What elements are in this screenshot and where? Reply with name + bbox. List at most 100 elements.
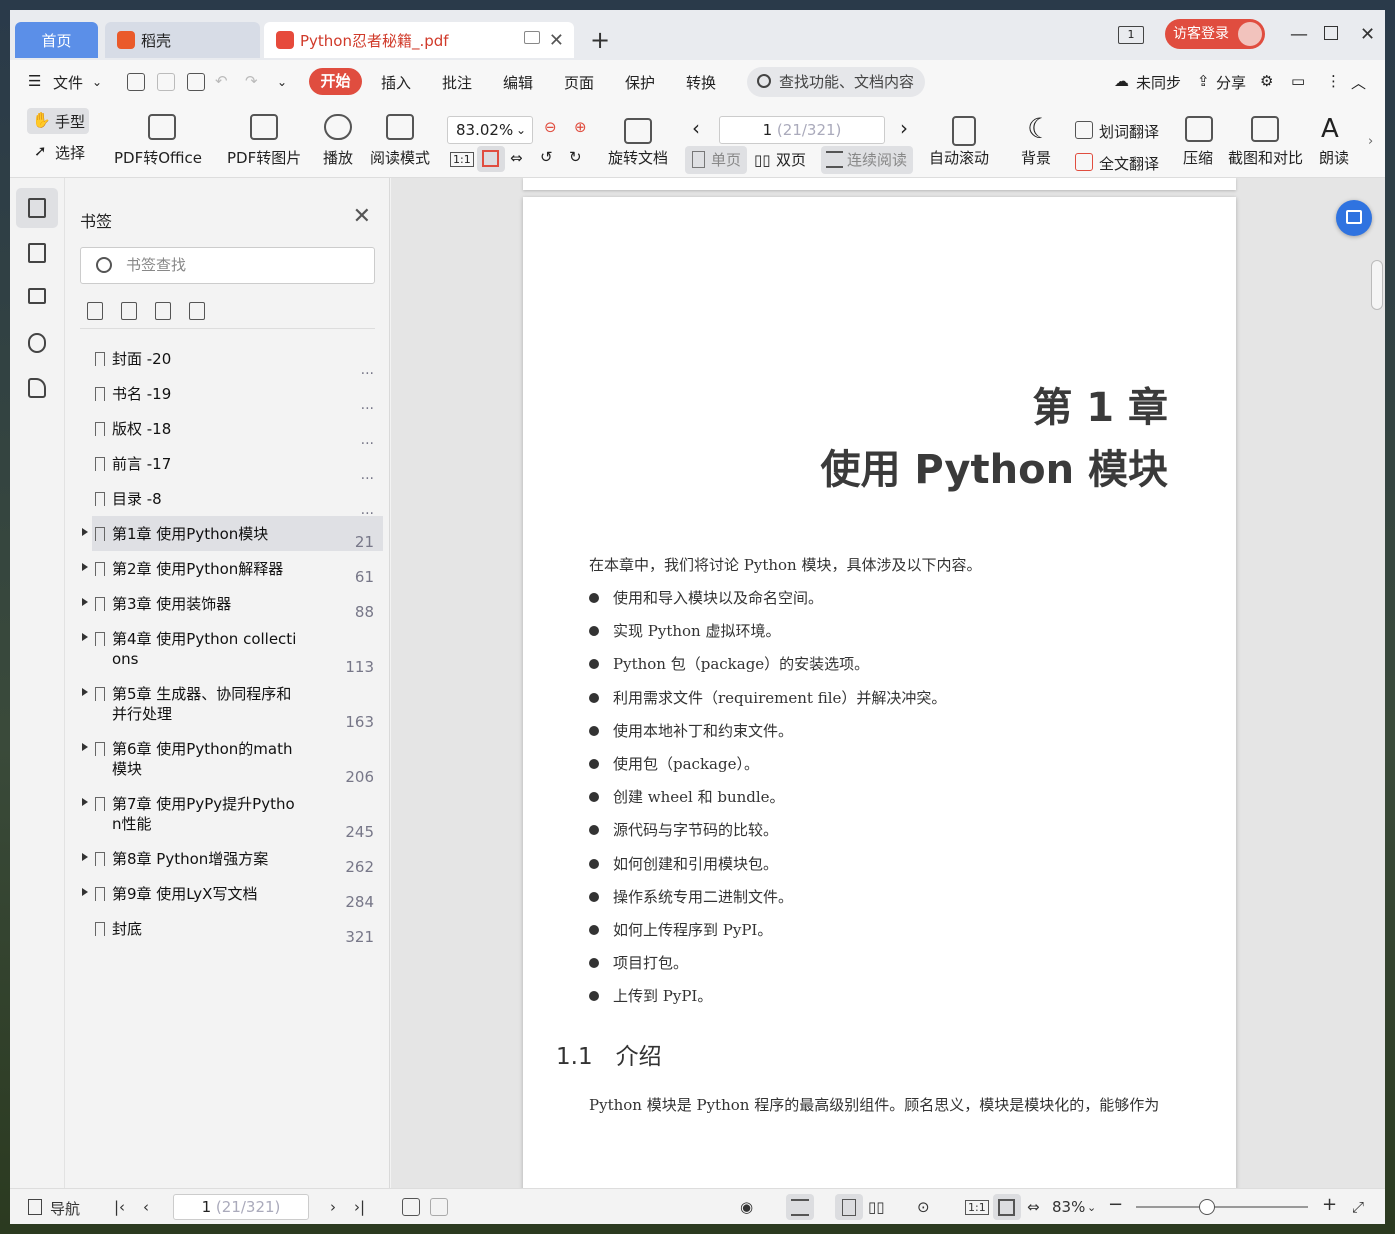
pdf-to-office-button[interactable]: PDF转Office	[114, 147, 202, 168]
float-window-icon[interactable]	[524, 31, 540, 44]
new-tab-button[interactable]: +	[590, 26, 610, 54]
fullscreen-icon[interactable]: ⤢	[1352, 1198, 1364, 1216]
bookmark-item[interactable]: 第6章 使用Python的math模块 206	[65, 731, 390, 786]
menu-start[interactable]: 开始	[309, 68, 362, 95]
single-mode-icon[interactable]	[842, 1199, 856, 1216]
full-translate-button[interactable]: 全文翻译	[1099, 153, 1159, 174]
undo-icon[interactable]: ↶	[215, 72, 228, 90]
select-tool[interactable]: 选择	[55, 142, 85, 163]
next-page-icon[interactable]: ›	[900, 116, 908, 140]
feature-search[interactable]: 查找功能、文档内容	[747, 67, 925, 97]
rotate-doc-button[interactable]: 旋转文档	[608, 147, 668, 168]
expand-arrow-icon[interactable]	[82, 888, 88, 896]
print-icon[interactable]	[187, 73, 205, 91]
next-page-icon[interactable]: ›	[330, 1198, 336, 1216]
tab-daoke[interactable]: 稻壳	[105, 22, 260, 58]
more-icon[interactable]: ⋮	[1326, 72, 1341, 90]
bookmark-panel-button[interactable]	[16, 188, 58, 228]
last-page-icon[interactable]: ›|	[354, 1198, 365, 1216]
tab-home[interactable]: 首页	[15, 22, 98, 58]
settings-icon[interactable]: ⚙	[1260, 72, 1273, 90]
bookmark-item[interactable]: 版权 -18...	[65, 411, 390, 448]
double-mode-icon[interactable]: ▯▯	[868, 1198, 885, 1216]
menu-convert[interactable]: 转换	[686, 72, 716, 93]
bookmark-item[interactable]: 第5章 生成器、协同程序和并行处理 163	[65, 676, 390, 731]
chevron-down-icon[interactable]: ⌄	[1087, 1201, 1096, 1214]
expand-arrow-icon[interactable]	[82, 528, 88, 536]
bookmark-item[interactable]: 第2章 使用Python解释器 61	[65, 551, 390, 586]
save-icon[interactable]	[157, 73, 175, 91]
document-viewport[interactable]: 第 1 章 使用 Python 模块 在本章中，我们将讨论 Python 模块，…	[391, 178, 1385, 1188]
close-panel-icon[interactable]: ✕	[353, 204, 371, 229]
expand-arrow-icon[interactable]	[82, 598, 88, 606]
translate-float-button[interactable]	[1336, 200, 1372, 236]
prev-page-icon[interactable]: ‹	[143, 1198, 149, 1216]
first-page-icon[interactable]: |‹	[114, 1198, 125, 1216]
read-aloud-icon[interactable]: A	[1321, 114, 1339, 144]
expand-all-icon[interactable]	[87, 302, 103, 320]
pdf-to-image-icon[interactable]	[250, 114, 278, 140]
message-icon[interactable]: ▭	[1291, 72, 1305, 90]
collapse-ribbon-icon[interactable]: ︿	[1351, 72, 1366, 93]
bookmark-item[interactable]: 第1章 使用Python模块 21	[65, 516, 390, 551]
zoom-select[interactable]: 83.02% ⌄	[447, 116, 533, 144]
bookmark-item[interactable]: 第7章 使用PyPy提升Python性能 245	[65, 786, 390, 841]
bookmark-item[interactable]: 第3章 使用装饰器 88	[65, 586, 390, 621]
more-chevron-icon[interactable]: ⌄	[277, 75, 287, 89]
comment-panel-button[interactable]	[16, 278, 58, 318]
screenshot-icon[interactable]	[1251, 116, 1279, 142]
full-translate-icon[interactable]	[1075, 153, 1093, 171]
background-button[interactable]: 背景	[1021, 147, 1051, 168]
bookmark-item[interactable]: 封面 -20...	[65, 341, 390, 378]
bookmark-item[interactable]: 第8章 Python增强方案 262	[65, 841, 390, 876]
close-tab-icon[interactable]: ✕	[549, 30, 564, 51]
pdf-to-image-button[interactable]: PDF转图片	[227, 147, 301, 168]
share-button[interactable]: 分享	[1216, 72, 1246, 93]
play-icon[interactable]	[324, 114, 352, 140]
login-button[interactable]: 访客登录	[1165, 19, 1265, 49]
zoom-in-icon[interactable]: ⊕	[574, 118, 587, 136]
minimize-icon[interactable]: —	[1290, 24, 1308, 45]
auto-scroll-button[interactable]: 自动滚动	[929, 147, 989, 168]
rotate-right-icon[interactable]: ↻	[569, 148, 582, 166]
attachment-panel-button[interactable]	[16, 323, 58, 363]
cursor-icon[interactable]: ➚	[34, 142, 47, 160]
signature-panel-button[interactable]	[16, 368, 58, 408]
rotate-doc-icon[interactable]	[624, 118, 652, 144]
single-page-button[interactable]: 单页	[685, 146, 747, 174]
sync-status[interactable]: 未同步	[1136, 72, 1181, 93]
read-aloud-button[interactable]: 朗读	[1319, 147, 1349, 168]
pdf-to-office-icon[interactable]	[148, 114, 176, 140]
compress-icon[interactable]	[1185, 116, 1213, 142]
bookmark-item[interactable]: 书名 -19...	[65, 376, 390, 413]
eye-protect-icon[interactable]: ◉	[740, 1198, 753, 1216]
bookmark-item[interactable]: 前言 -17...	[65, 446, 390, 483]
menu-annotate[interactable]: 批注	[442, 72, 472, 93]
collapse-all-icon[interactable]	[121, 302, 137, 320]
auto-scroll-icon[interactable]	[952, 116, 976, 146]
fit-width-icon[interactable]: ⇔	[510, 149, 523, 167]
book-icon[interactable]	[386, 114, 414, 140]
thumbnail-panel-button[interactable]	[16, 233, 58, 273]
expand-arrow-icon[interactable]	[82, 853, 88, 861]
rotate-left-icon[interactable]: ↺	[540, 148, 553, 166]
page-number-input[interactable]: 1 (21/321)	[719, 116, 885, 144]
continuous-read-button[interactable]: 连续阅读	[821, 146, 913, 174]
tab-document[interactable]: Python忍者秘籍_.pdf ✕	[264, 22, 574, 58]
status-page-input[interactable]: 1 (21/321)	[173, 1194, 309, 1220]
play-button[interactable]: 播放	[323, 147, 353, 168]
bookmark-item[interactable]: 目录 -8...	[65, 481, 390, 518]
expand-arrow-icon[interactable]	[82, 798, 88, 806]
ribbon-scroll-right-icon[interactable]: ›	[1368, 134, 1373, 149]
forward-icon[interactable]	[430, 1198, 448, 1216]
bookmark-item[interactable]: 封底 321	[65, 911, 390, 946]
menu-file[interactable]: 文件	[53, 72, 83, 93]
maximize-icon[interactable]	[1324, 26, 1338, 40]
close-window-icon[interactable]: ✕	[1360, 24, 1375, 45]
expand-arrow-icon[interactable]	[82, 743, 88, 751]
play-icon[interactable]: ⊙	[917, 1198, 930, 1216]
fit-page-icon[interactable]	[998, 1199, 1015, 1216]
hamburger-icon[interactable]: ☰	[28, 72, 41, 90]
moon-icon[interactable]: ☾	[1027, 112, 1052, 145]
nav-button[interactable]: 导航	[50, 1198, 80, 1219]
